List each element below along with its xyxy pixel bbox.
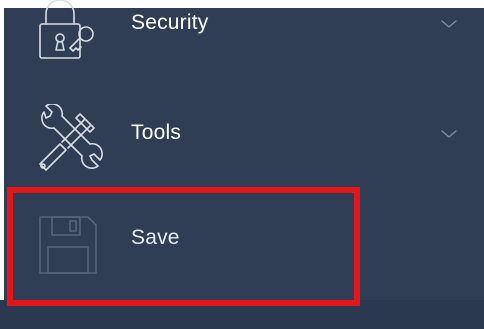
floppy-disk-icon (32, 209, 104, 281)
sidebar-item-tools[interactable]: Tools (4, 98, 484, 178)
sidebar-footer (0, 300, 484, 329)
tools-icon (32, 103, 104, 176)
sidebar-menu: Security Tools Save (4, 0, 484, 300)
sidebar-item-label: Tools (131, 121, 182, 144)
sidebar-item-label: Save (131, 226, 180, 249)
chevron-down-icon[interactable] (440, 126, 458, 138)
chevron-down-icon[interactable] (440, 16, 458, 28)
sidebar-item-label: Security (131, 11, 209, 34)
lock-key-icon (32, 0, 104, 66)
sidebar-item-save[interactable]: Save (4, 203, 484, 283)
sidebar-item-security[interactable]: Security (4, 0, 484, 68)
